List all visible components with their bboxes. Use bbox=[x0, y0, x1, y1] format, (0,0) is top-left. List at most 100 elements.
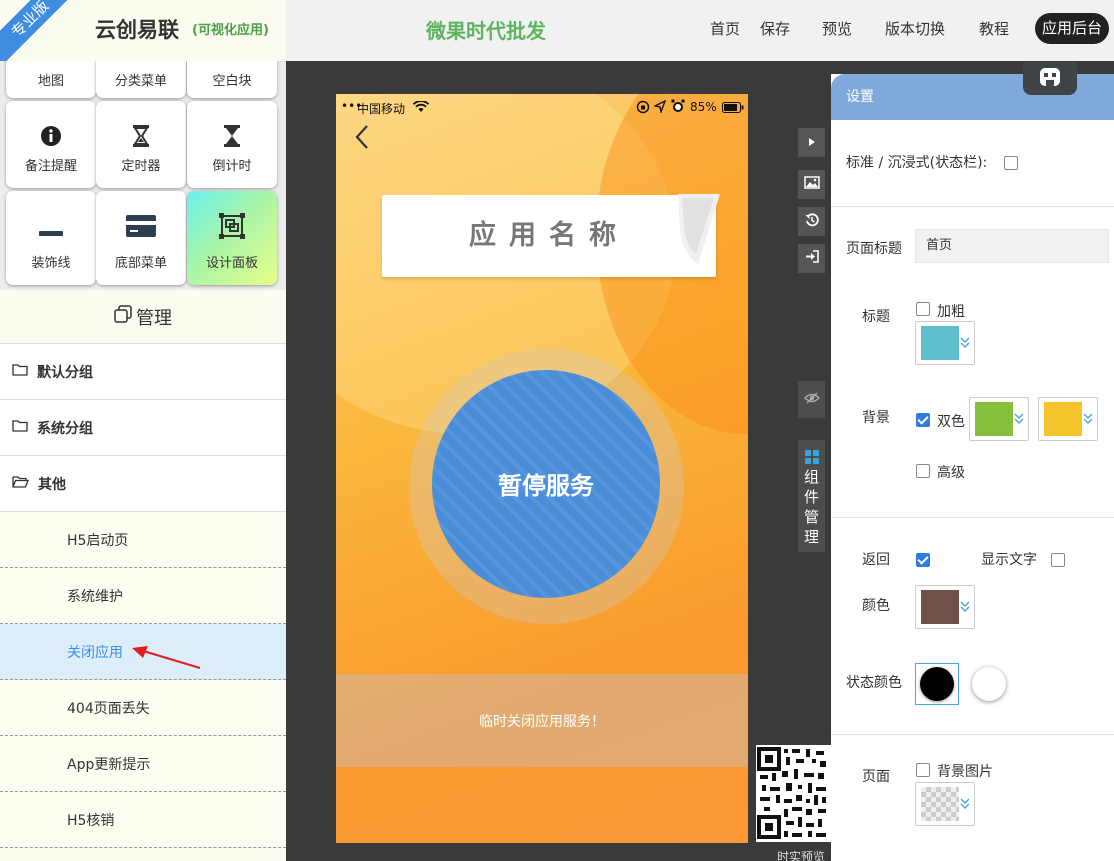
show-text-label: 显示文字 bbox=[981, 552, 1037, 568]
app-name-card: 应用名称 bbox=[382, 195, 716, 277]
component-design-panel[interactable]: 设计面板 bbox=[187, 191, 277, 285]
transparent-pattern bbox=[921, 787, 959, 821]
expand-button[interactable] bbox=[798, 128, 825, 157]
brand-name: 云创易联 bbox=[95, 18, 179, 42]
immersive-status-checkbox[interactable] bbox=[1004, 156, 1018, 170]
dual-color-checkbox[interactable] bbox=[916, 413, 930, 427]
bg-image-checkbox[interactable] bbox=[916, 763, 930, 777]
line-icon bbox=[6, 221, 96, 247]
bg-image-picker[interactable] bbox=[915, 782, 975, 826]
bg-color-1-picker[interactable] bbox=[969, 397, 1029, 441]
nav-tutorial-link[interactable]: 教程 bbox=[979, 18, 1009, 39]
page-title-label: 页面标题 bbox=[846, 241, 902, 257]
title-color-picker[interactable] bbox=[915, 321, 975, 365]
image-button[interactable] bbox=[798, 170, 825, 199]
status-color-white-option[interactable] bbox=[972, 667, 1006, 701]
component-manager-button[interactable]: 组 件 管 理 bbox=[798, 440, 825, 552]
show-text-checkbox[interactable] bbox=[1051, 553, 1065, 567]
sign-in-icon bbox=[805, 250, 819, 267]
divider bbox=[831, 517, 1114, 518]
component-label: 底部菜单 bbox=[114, 256, 167, 271]
battery-icon bbox=[722, 102, 744, 116]
component-category-menu[interactable]: 分类菜单 bbox=[96, 61, 186, 98]
red-arrow-annotation bbox=[132, 646, 201, 669]
component-note-reminder[interactable]: 备注提醒 bbox=[6, 101, 96, 188]
page-item-label: 系统维护 bbox=[67, 588, 123, 605]
grid-icon bbox=[798, 450, 825, 466]
component-divider-line[interactable]: 装饰线 bbox=[6, 191, 96, 285]
info-icon bbox=[6, 123, 96, 149]
component-manager-char: 件 bbox=[803, 488, 819, 506]
history-button[interactable] bbox=[798, 207, 825, 236]
status-color-label: 状态颜色 bbox=[846, 675, 902, 691]
page-item-label: 关闭应用 bbox=[67, 644, 123, 661]
group-label: 默认分组 bbox=[37, 364, 93, 381]
group-default[interactable]: 默认分组 bbox=[0, 344, 286, 400]
page-item-label: App更新提示 bbox=[67, 756, 151, 773]
phone-status-bar: ••• 中国移动 85% bbox=[336, 94, 748, 122]
chevron-down-icon bbox=[1014, 413, 1024, 424]
page-item-404[interactable]: 404页面丢失 bbox=[0, 680, 286, 736]
chevron-down-icon bbox=[1083, 413, 1093, 424]
page-curl-decoration bbox=[678, 194, 720, 264]
component-manager-char: 管 bbox=[803, 508, 819, 526]
nav-save-link[interactable]: 保存 bbox=[760, 18, 790, 39]
component-manager-char: 组 bbox=[803, 468, 819, 486]
component-timer[interactable]: 定时器 bbox=[96, 101, 186, 188]
group-system[interactable]: 系统分组 bbox=[0, 400, 286, 456]
card-icon bbox=[96, 213, 186, 239]
component-countdown[interactable]: 倒计时 bbox=[187, 101, 277, 188]
group-label: 其他 bbox=[38, 476, 66, 493]
title-color-fill bbox=[921, 326, 959, 360]
component-palette: 地图 分类菜单 空白块 备注提醒 定时器 倒计时 装饰线 底部菜单 设计面板 bbox=[0, 61, 286, 290]
back-color-picker[interactable] bbox=[915, 585, 975, 629]
folder-icon bbox=[12, 363, 28, 380]
component-label: 装饰线 bbox=[31, 256, 71, 271]
divider bbox=[831, 206, 1114, 207]
lock-rotation-icon bbox=[636, 100, 650, 117]
page-title-input[interactable]: 首页 bbox=[915, 229, 1109, 263]
bg-color-2-picker[interactable] bbox=[1038, 397, 1098, 441]
black-dot bbox=[920, 667, 954, 701]
back-checkbox[interactable] bbox=[916, 553, 930, 567]
back-label: 返回 bbox=[862, 552, 890, 568]
chevron-down-icon bbox=[960, 601, 970, 612]
page-item-label: H5核销 bbox=[67, 812, 115, 829]
title-label: 标题 bbox=[862, 309, 890, 325]
nav-version-switch-link[interactable]: 版本切换 bbox=[885, 18, 945, 39]
divider bbox=[831, 734, 1114, 735]
hourglass-icon bbox=[96, 123, 186, 149]
component-label: 备注提醒 bbox=[24, 159, 77, 174]
component-map[interactable]: 地图 bbox=[6, 61, 96, 98]
component-blank-block[interactable]: 空白块 bbox=[187, 61, 277, 98]
group-other[interactable]: 其他 bbox=[0, 456, 286, 512]
sign-in-button[interactable] bbox=[798, 244, 825, 273]
component-bottom-menu[interactable]: 底部菜单 bbox=[96, 191, 186, 285]
settings-panel: 设置 标准 / 沉浸式(状态栏): 页面标题 首页 标题 加粗 背景 双色 高级… bbox=[831, 74, 1114, 861]
bold-checkbox[interactable] bbox=[916, 302, 930, 316]
advanced-label: 高级 bbox=[937, 465, 965, 481]
nav-home-link[interactable]: 首页 bbox=[710, 18, 740, 39]
component-label: 分类菜单 bbox=[114, 74, 167, 89]
nav-preview-link[interactable]: 预览 bbox=[822, 18, 852, 39]
status-color-black-option[interactable] bbox=[915, 663, 959, 705]
status-bar-mode-label: 标准 / 沉浸式(状态栏): bbox=[846, 155, 988, 171]
component-label: 地图 bbox=[37, 74, 64, 89]
app-admin-button[interactable]: 应用后台 bbox=[1035, 13, 1109, 44]
advanced-checkbox[interactable] bbox=[916, 464, 930, 478]
page-item-label: H5启动页 bbox=[67, 532, 129, 549]
page-item-h5-verify[interactable]: H5核销 bbox=[0, 792, 286, 848]
user-avatar-button[interactable] bbox=[1023, 62, 1077, 95]
page-item-app-update[interactable]: App更新提示 bbox=[0, 736, 286, 792]
pro-edition-ribbon: 专业版 bbox=[0, 0, 82, 61]
component-label: 倒计时 bbox=[212, 159, 252, 174]
page-label: 页面 bbox=[862, 769, 890, 785]
page-item-maintenance[interactable]: 系统维护 bbox=[0, 568, 286, 624]
page-item-h5-launch[interactable]: H5启动页 bbox=[0, 512, 286, 568]
back-chevron-icon[interactable] bbox=[354, 124, 370, 150]
visibility-button[interactable] bbox=[798, 381, 825, 418]
manage-header: 管理 bbox=[0, 290, 286, 344]
hourglass-icon bbox=[187, 123, 277, 149]
manage-title: 管理 bbox=[136, 307, 172, 329]
back-color-fill bbox=[921, 590, 959, 624]
